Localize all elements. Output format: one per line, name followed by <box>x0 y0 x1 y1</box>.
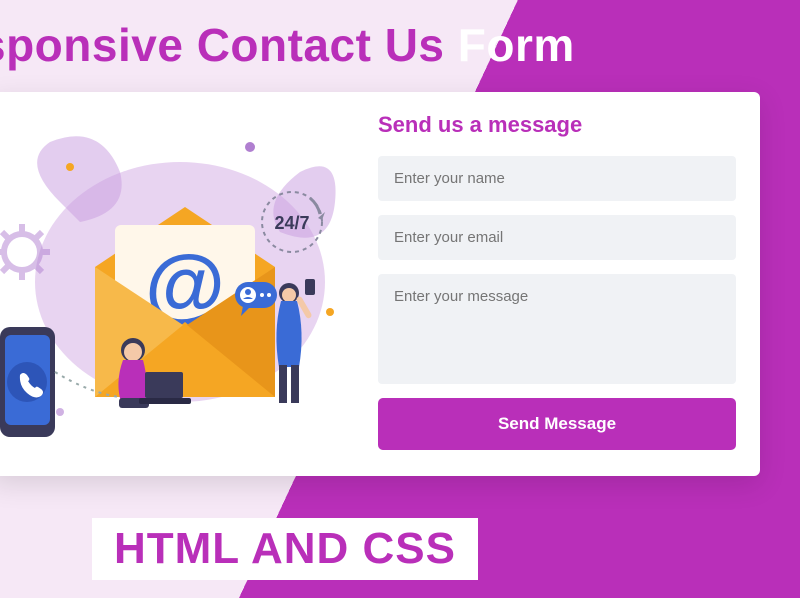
hero-title-part1: sponsive Contact Us <box>0 19 458 71</box>
envelope-illustration-svg: 24/7 @ <box>0 112 360 452</box>
footer-tag: HTML AND CSS <box>92 518 478 580</box>
contact-card: 24/7 @ <box>0 92 760 476</box>
message-textarea[interactable] <box>378 274 736 384</box>
form-title: Send us a message <box>378 112 736 138</box>
send-message-button[interactable]: Send Message <box>378 398 736 450</box>
contact-form: Send us a message Send Message <box>378 112 736 452</box>
hero-title-part2: Form <box>458 19 575 71</box>
badge-247: 24/7 <box>274 213 309 233</box>
name-input[interactable] <box>378 156 736 201</box>
hero-title: sponsive Contact Us Form <box>0 0 800 72</box>
email-input[interactable] <box>378 215 736 260</box>
contact-illustration: 24/7 @ <box>0 112 360 452</box>
